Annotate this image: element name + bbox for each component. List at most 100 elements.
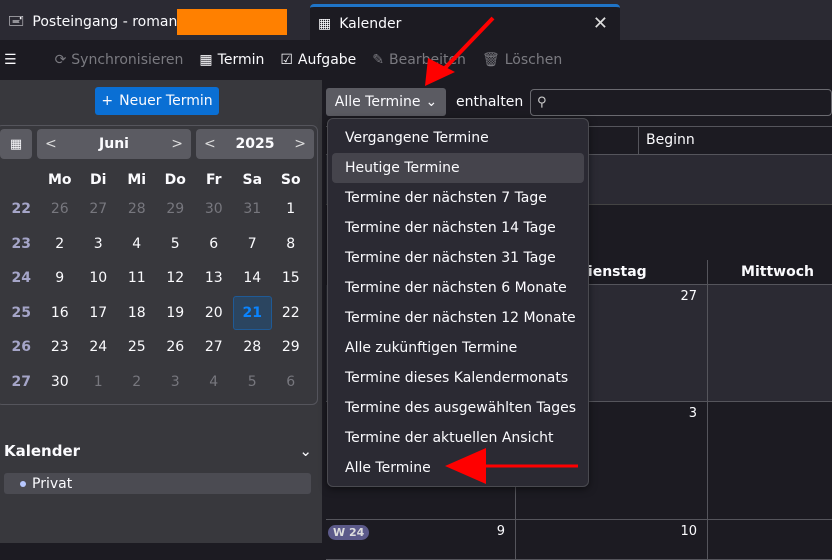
day[interactable]: 29	[272, 339, 311, 355]
weekday-row: Mo Di Mi Do Fr Sa So	[2, 168, 310, 192]
day[interactable]: 14	[233, 270, 272, 286]
day[interactable]: 28	[233, 339, 272, 355]
day[interactable]: 9	[41, 270, 80, 286]
new-event-button-sidebar[interactable]: + Neuer Termin	[95, 87, 219, 115]
menu-item[interactable]: Termine der aktuellen Ansicht	[332, 423, 584, 453]
new-event-button[interactable]: ▦ Termin	[199, 52, 264, 68]
day[interactable]: 29	[156, 201, 195, 217]
menu-item[interactable]: Termine dieses Kalendermonats	[332, 363, 584, 393]
menu-item[interactable]: Alle Termine	[332, 453, 584, 483]
menu-item[interactable]: Termine der nächsten 31 Tage	[332, 243, 584, 273]
prev-month-icon[interactable]: <	[45, 136, 57, 152]
day[interactable]: 27	[195, 339, 234, 355]
day[interactable]: 8	[272, 236, 311, 252]
delete-button[interactable]: 🗑 Löschen	[482, 52, 562, 68]
day[interactable]: 5	[233, 374, 272, 390]
day[interactable]: 6	[195, 236, 234, 252]
today-calendar-icon[interactable]: ▦	[0, 129, 32, 159]
calendars-header[interactable]: Kalender ⌄	[4, 442, 312, 460]
redacted-email	[177, 9, 288, 35]
day[interactable]: 11	[118, 270, 157, 286]
day[interactable]: 10	[79, 270, 118, 286]
day-cell[interactable]	[708, 520, 832, 560]
menu-item[interactable]: Termine der nächsten 6 Monate	[332, 273, 584, 303]
chevron-down-icon[interactable]: ⌄	[299, 442, 312, 460]
new-task-button[interactable]: ☑ Aufgabe	[280, 52, 356, 68]
week-row: 26 23 24 25 26 27 28 29	[2, 330, 310, 365]
week-number: 25	[11, 304, 31, 321]
pencil-icon: ✎	[372, 52, 385, 68]
toolbar: ☰ ⟳ Synchronisieren ▦ Termin ☑ Aufgabe ✎ Bea…	[0, 40, 832, 80]
day[interactable]: 26	[41, 201, 80, 217]
weekday-label: Do	[164, 172, 186, 188]
day[interactable]: 3	[156, 374, 195, 390]
menu-item[interactable]: Termine des ausgewählten Tages	[332, 393, 584, 423]
next-year-icon[interactable]: >	[294, 136, 306, 152]
menu-item[interactable]: Heutige Termine	[332, 153, 584, 183]
week-row: 24 9 10 11 12 13 14 15	[2, 261, 310, 296]
day[interactable]: 28	[118, 201, 157, 217]
day[interactable]: 13	[195, 270, 234, 286]
day[interactable]: 1	[79, 374, 118, 390]
weekday-label: Sa	[242, 172, 263, 188]
day[interactable]: 25	[118, 339, 157, 355]
day[interactable]: 1	[272, 201, 311, 217]
day[interactable]: 31	[233, 201, 272, 217]
day[interactable]: 22	[272, 305, 311, 321]
weekday-label: Fr	[205, 172, 222, 188]
week-row: 25 16 17 18 19 20 21 22	[2, 295, 311, 331]
day[interactable]: 2	[118, 374, 157, 390]
close-tab-icon[interactable]: ✕	[593, 13, 608, 34]
day[interactable]: 6	[272, 374, 311, 390]
plus-icon: +	[101, 93, 114, 109]
menu-item[interactable]: Termine der nächsten 14 Tage	[332, 213, 584, 243]
sync-button[interactable]: ⟳ Synchronisieren	[55, 52, 184, 68]
weekday-label: Mi	[127, 172, 147, 188]
day-cell[interactable]	[708, 402, 832, 520]
selected-day[interactable]: 21	[233, 295, 272, 330]
tab-calendar[interactable]: ▦ Kalender ✕	[310, 4, 620, 40]
day-cell[interactable]: 10	[516, 520, 708, 560]
menu-item[interactable]: Termine der nächsten 12 Monate	[332, 303, 584, 333]
week-number: 22	[11, 201, 31, 218]
day[interactable]: 23	[41, 339, 80, 355]
day[interactable]: 16	[41, 305, 80, 321]
day[interactable]: 2	[41, 236, 80, 252]
day[interactable]: 4	[118, 236, 157, 252]
day[interactable]: 15	[272, 270, 311, 286]
day[interactable]: 18	[118, 305, 157, 321]
calendar-item-privat[interactable]: Privat	[4, 473, 311, 494]
day[interactable]: 30	[41, 374, 80, 390]
prev-year-icon[interactable]: <	[204, 136, 216, 152]
day[interactable]: 17	[79, 305, 118, 321]
tab-inbox[interactable]: 🖃 Posteingang - roman	[0, 4, 300, 40]
menu-item[interactable]: Vergangene Termine	[332, 123, 584, 153]
week-number: 27	[11, 373, 31, 390]
month-nav: < Juni >	[37, 129, 191, 159]
day[interactable]: 30	[195, 201, 234, 217]
edit-button[interactable]: ✎ Bearbeiten	[372, 52, 466, 68]
filter-select[interactable]: Alle Termine ⌄	[326, 88, 446, 116]
day[interactable]: 27	[79, 201, 118, 217]
next-month-icon[interactable]: >	[171, 136, 183, 152]
week-badge[interactable]: W 24	[328, 525, 370, 540]
weekday-label: Di	[90, 172, 107, 188]
day[interactable]: 19	[156, 305, 195, 321]
year-nav: <2025 >	[196, 129, 314, 159]
day[interactable]: 4	[195, 374, 234, 390]
day[interactable]: 3	[79, 236, 118, 252]
minimonth-grid: Mo Di Mi Do Fr Sa So 22 26 27 28 29 30 31 1 23 2 3 4 5 6 7 8 24…	[2, 168, 310, 399]
day[interactable]: 24	[79, 339, 118, 355]
day-cell[interactable]	[708, 285, 832, 402]
day[interactable]: 20	[195, 305, 234, 321]
sidebar-toggle-icon[interactable]: ☰	[4, 52, 17, 68]
menu-item[interactable]: Termine der nächsten 7 Tage	[332, 183, 584, 213]
menu-item[interactable]: Alle zukünftigen Termine	[332, 333, 584, 363]
day[interactable]: 26	[156, 339, 195, 355]
calendar-color-dot	[20, 480, 26, 487]
day[interactable]: 5	[156, 236, 195, 252]
day[interactable]: 7	[233, 236, 272, 252]
day[interactable]: 12	[156, 270, 195, 286]
column-beginn[interactable]: Beginn	[638, 126, 695, 155]
search-input[interactable]: ⚲	[530, 89, 832, 116]
